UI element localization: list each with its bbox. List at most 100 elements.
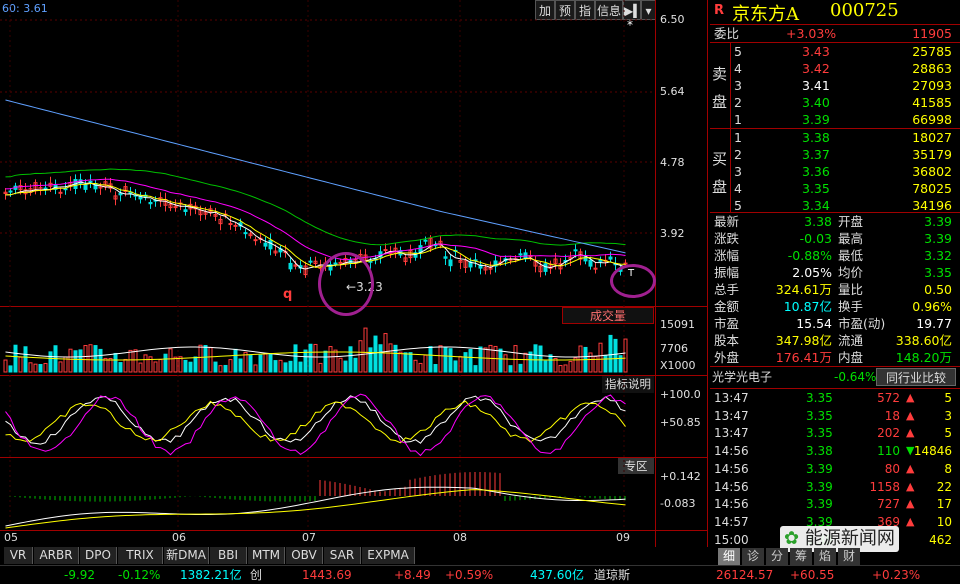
volume-bar [433, 364, 438, 373]
status-dow-name: 道琼斯 [594, 568, 631, 582]
indicator-tab[interactable]: OBV [286, 547, 323, 564]
sector-compare-button[interactable]: 同行业比较 [876, 368, 956, 386]
tick-count: 5 [944, 426, 952, 441]
tick-row[interactable]: 13:47 3.35 202 ▲ 5 [710, 424, 956, 442]
level-label: 5 [734, 44, 742, 59]
bottom-tab[interactable]: 诊 [742, 548, 764, 565]
stat-label: 开盘 [838, 214, 864, 229]
indicator-tab[interactable]: EXPMA [362, 547, 415, 564]
indicator-tab[interactable]: MTM [248, 547, 285, 564]
tick-row[interactable]: 13:47 3.35 572 ▲ 5 [710, 389, 956, 407]
volume-bar [308, 343, 313, 373]
chart-area[interactable]: 60: 3.61 加 预 指 信息 ▶▍ ▾ * 6.50 5.64 4.78 … [0, 0, 708, 547]
tick-time: 15:00 [714, 532, 749, 547]
bottom-tab[interactable]: 财 [838, 548, 860, 565]
order-book-row[interactable]: 2 3.40 41585 [710, 94, 956, 111]
indicator-tab[interactable]: ARBR [34, 547, 79, 564]
volume-bar [293, 344, 298, 373]
indicator-tab[interactable]: 新DMA [164, 547, 209, 564]
order-book-row[interactable]: 5 3.43 25785 [710, 43, 956, 60]
order-book-row[interactable]: 3 3.36 36802 [710, 163, 956, 180]
stat-label: 金额 [714, 299, 740, 314]
volume-bar [398, 351, 403, 373]
quote-panel: R 京东方A 000725 委比 +3.03% 11905 5 3.43 25785… [710, 0, 960, 565]
order-book-row[interactable]: 1 3.39 66998 [710, 111, 956, 128]
tick-row[interactable]: 14:56 3.39 727 ▲ 17 [710, 495, 956, 513]
month-label: 05 [4, 531, 18, 544]
level-label: 2 [734, 95, 742, 110]
volume-bar [213, 361, 218, 373]
ma20-line [5, 178, 626, 261]
arrow-up-icon: ▲ [906, 497, 915, 511]
ma10-line [5, 182, 626, 268]
tick-row[interactable]: 14:56 3.39 80 ▲ 8 [710, 460, 956, 478]
indicator-tab[interactable]: BBI [210, 547, 247, 564]
candle-body [288, 262, 293, 270]
indicator-tab[interactable]: DPO [80, 547, 117, 564]
tick-price: 3.39 [806, 461, 833, 476]
volume-bar [348, 346, 353, 373]
level-price: 3.40 [802, 95, 830, 110]
candle-body [253, 239, 258, 242]
volume-bar [238, 358, 243, 373]
volume-bar [13, 344, 18, 373]
stat-value: 2.05% [792, 265, 832, 280]
arrow-up-icon: ▲ [906, 514, 915, 528]
tick-volume: 572 [877, 391, 900, 405]
macd-axis-label: -0.083 [660, 497, 696, 510]
tick-volume: 1158 [869, 479, 900, 494]
order-book-row[interactable]: 4 3.42 28863 [710, 60, 956, 77]
candle-body [308, 260, 313, 263]
sector-row: 光学光电子 -0.64% 同行业比较 [710, 367, 960, 387]
bottom-tab[interactable]: 细 [718, 548, 740, 565]
status-dow-change: +60.55 [790, 568, 835, 582]
level-volume: 18027 [912, 130, 952, 145]
stat-value: 10.87亿 [783, 299, 832, 314]
status-index-value: 1443.69 [302, 568, 352, 582]
weibi-value: 11905 [912, 26, 952, 41]
volume-bar [403, 352, 408, 373]
tick-list[interactable]: 13:47 3.35 572 ▲ 5 13:47 3.35 18 ▲ 3 13:47 3.35 202 ▲… [710, 389, 960, 549]
volume-bar [8, 365, 13, 373]
chart-right-border [707, 0, 708, 547]
stat-label: 振幅 [714, 265, 740, 280]
candle-body [608, 256, 613, 260]
stat-value: 15.54 [796, 316, 832, 331]
level-price: 3.42 [802, 61, 830, 76]
tick-count: 14846 [913, 444, 952, 459]
stat-value: 148.20万 [895, 350, 952, 365]
volume-bar [453, 360, 458, 373]
status-amount: 1382.21亿 [180, 568, 242, 582]
bottom-tab[interactable]: 焰 [814, 548, 836, 565]
indicator-tab[interactable]: SAR [324, 547, 361, 564]
stat-row: 振幅 2.05% 均价 3.35 [710, 264, 956, 281]
candle-body [88, 180, 93, 183]
indicator-tab[interactable]: VR [4, 547, 33, 564]
volume-bar [288, 360, 293, 373]
stats-block: 最新 3.38 开盘 3.39 涨跌 -0.03 最高 3.39 涨幅 -0.88% 最低 3.32 振… [710, 213, 960, 366]
tick-row[interactable]: 14:56 3.38 110 ▼ 14846 [710, 442, 956, 460]
bottom-tab[interactable]: 筹 [790, 548, 812, 565]
bottom-tab[interactable]: 分 [766, 548, 788, 565]
tick-row[interactable]: 13:47 3.35 18 ▲ 3 [710, 407, 956, 425]
volume-bar [178, 356, 183, 373]
volume-bar [138, 362, 143, 373]
volume-bar [163, 353, 168, 373]
order-book-row[interactable]: 1 3.38 18027 [710, 129, 956, 146]
volume-bar [533, 344, 538, 373]
order-book-row[interactable]: 3 3.41 27093 [710, 77, 956, 94]
volume-bar [98, 348, 103, 373]
volume-bar [478, 346, 483, 373]
stat-value: 3.38 [804, 214, 832, 229]
volume-bar [563, 364, 568, 373]
indicator-tab[interactable]: TRIX [118, 547, 163, 564]
tick-row[interactable]: 14:56 3.39 1158 ▲ 22 [710, 478, 956, 496]
order-book-row[interactable]: 2 3.37 35179 [710, 146, 956, 163]
volume-bar [143, 354, 148, 373]
candle-body [183, 209, 188, 212]
candle-body [573, 249, 578, 252]
volume-bar [268, 353, 273, 373]
order-book-row[interactable]: 4 3.35 78025 [710, 180, 956, 197]
volume-bar [468, 348, 473, 373]
candle-body [593, 267, 598, 270]
